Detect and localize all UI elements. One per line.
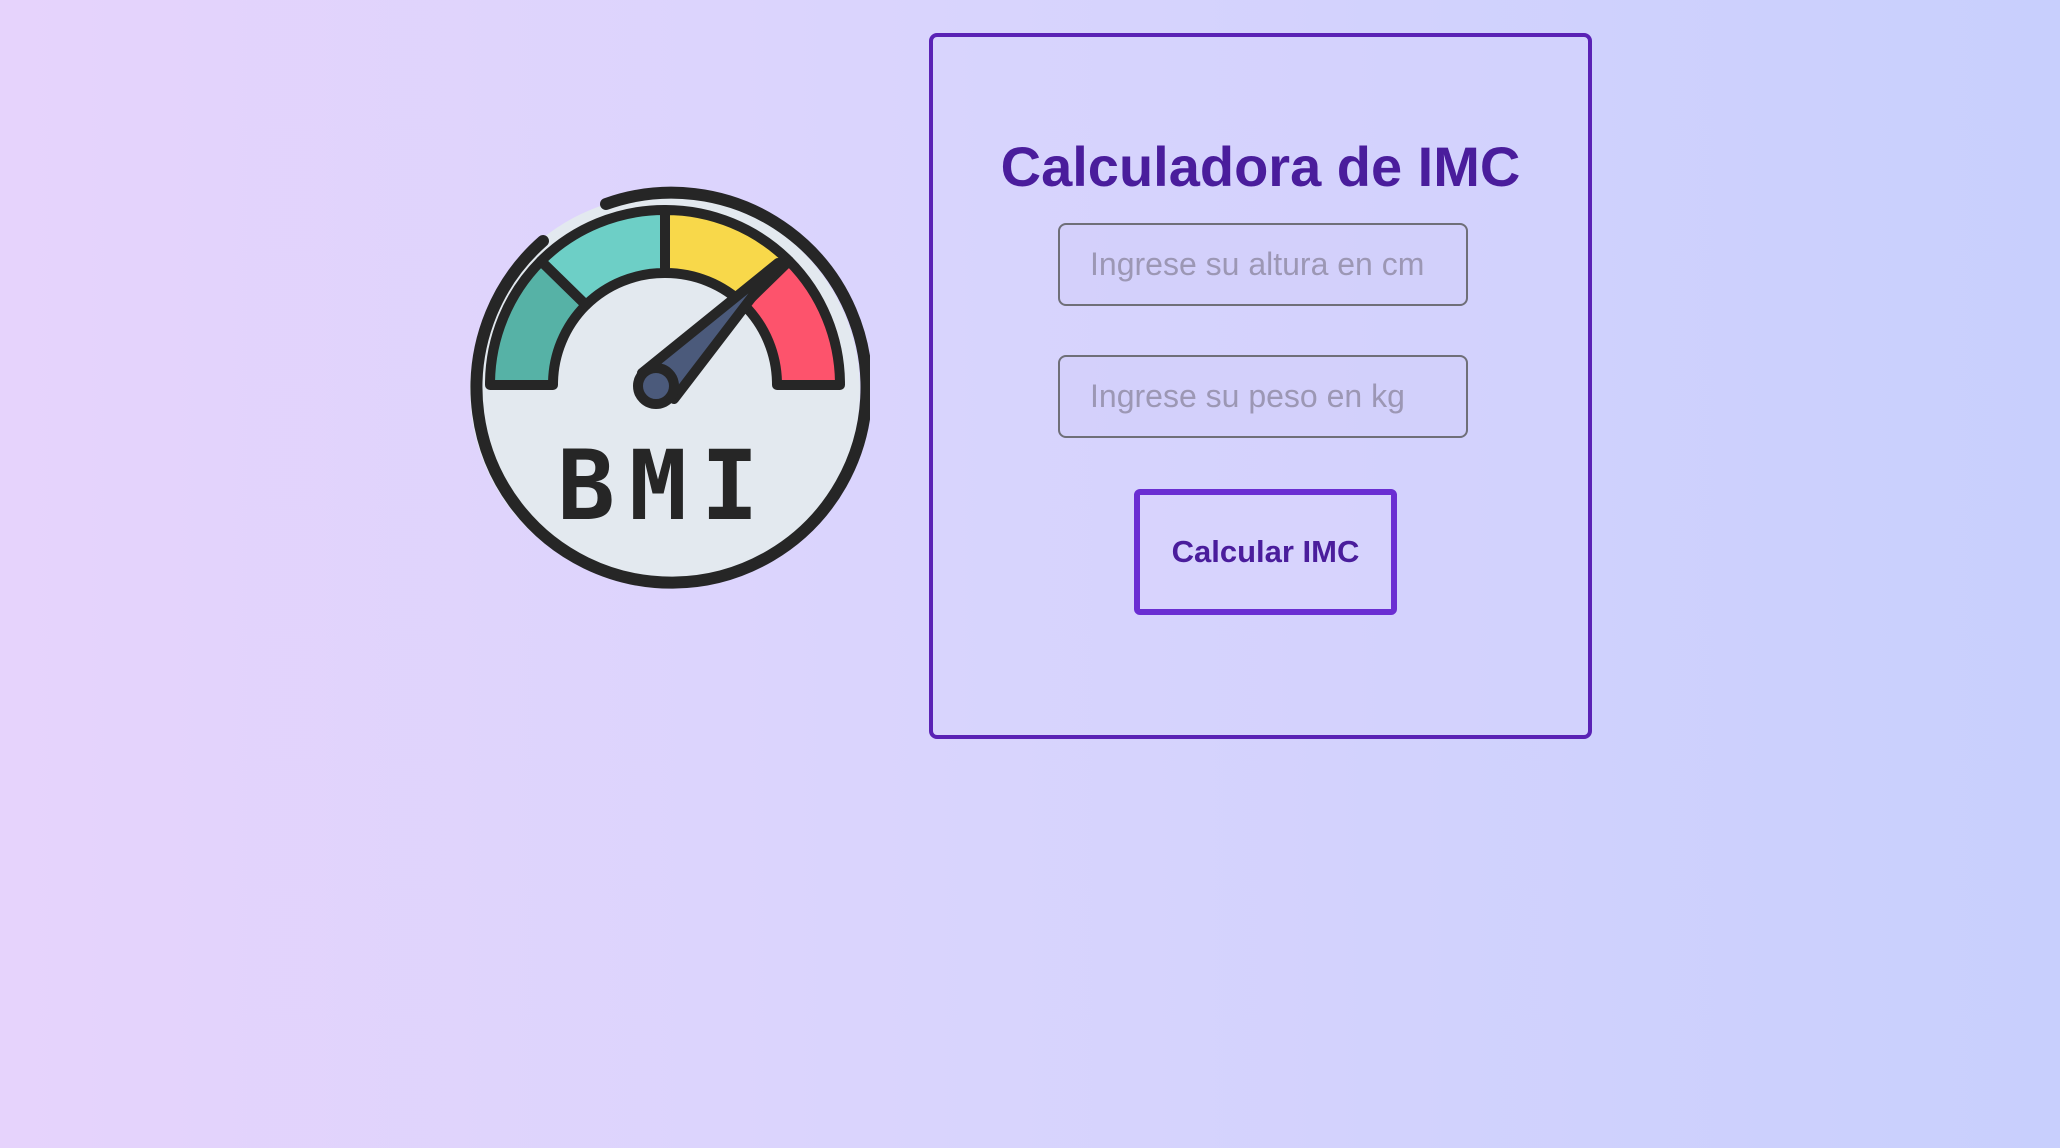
bmi-gauge-icon: BMI [470,186,870,589]
height-input[interactable] [1058,223,1468,306]
bmi-logo-text: BMI [557,430,772,542]
weight-input[interactable] [1058,355,1468,438]
calculate-bmi-button[interactable]: Calcular IMC [1134,489,1397,615]
page-title: Calculadora de IMC [1000,135,1521,198]
bmi-logo: BMI [460,185,870,595]
bmi-calculator-card: Calculadora de IMC Calcular IMC [929,33,1592,739]
gauge-needle-hub [633,363,679,409]
